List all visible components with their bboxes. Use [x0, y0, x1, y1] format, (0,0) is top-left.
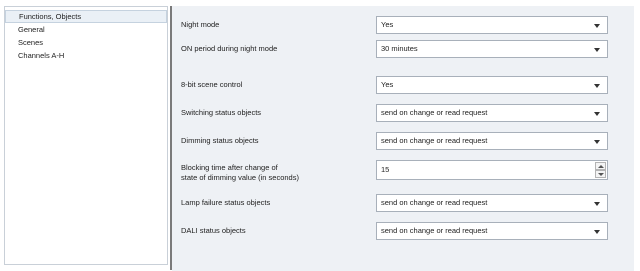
dali-status-select[interactable]: send on change or read request — [376, 222, 608, 240]
blocking-time-label-line2: state of dimming value (in seconds) — [181, 173, 299, 182]
dropdown-arrow-icon — [594, 24, 600, 28]
dropdown-arrow-icon — [594, 84, 600, 88]
scene-control-select[interactable]: Yes — [376, 76, 608, 94]
parameter-panel: Night mode Yes ON period during night mo… — [172, 6, 634, 271]
dimming-status-value: send on change or read request — [381, 136, 488, 145]
spin-down-icon[interactable] — [595, 170, 606, 178]
on-period-label: ON period during night mode — [181, 44, 278, 53]
blocking-time-label: Blocking time after change of state of d… — [181, 163, 299, 183]
sidebar-item-general[interactable]: General — [5, 23, 167, 36]
dropdown-arrow-icon — [594, 230, 600, 234]
dimming-status-label: Dimming status objects — [181, 136, 259, 145]
switching-status-label: Switching status objects — [181, 108, 262, 117]
dropdown-arrow-icon — [594, 140, 600, 144]
dali-status-label: DALI status objects — [181, 226, 246, 235]
blocking-time-value: 15 — [381, 165, 390, 174]
lamp-failure-select[interactable]: send on change or read request — [376, 194, 608, 212]
blocking-time-label-line1: Blocking time after change of — [181, 163, 278, 172]
lamp-failure-label: Lamp failure status objects — [181, 198, 271, 207]
switching-status-select[interactable]: send on change or read request — [376, 104, 608, 122]
dropdown-arrow-icon — [594, 202, 600, 206]
dimming-status-select[interactable]: send on change or read request — [376, 132, 608, 150]
night-mode-select[interactable]: Yes — [376, 16, 608, 34]
dropdown-arrow-icon — [594, 112, 600, 116]
dropdown-arrow-icon — [594, 48, 600, 52]
lamp-failure-value: send on change or read request — [381, 198, 488, 207]
spin-up-icon[interactable] — [595, 162, 606, 170]
dali-status-value: send on change or read request — [381, 226, 488, 235]
night-mode-value: Yes — [381, 20, 394, 29]
night-mode-label: Night mode — [181, 20, 220, 29]
sidebar-item-scenes[interactable]: Scenes — [5, 36, 167, 49]
on-period-select[interactable]: 30 minutes — [376, 40, 608, 58]
sidebar-item-channels-a-h[interactable]: Channels A-H — [5, 49, 167, 62]
on-period-value: 30 minutes — [381, 44, 418, 53]
scene-control-value: Yes — [381, 80, 394, 89]
scene-control-label: 8-bit scene control — [181, 80, 243, 89]
sidebar-tree: Functions, Objects General Scenes Channe… — [4, 6, 168, 265]
blocking-time-input[interactable]: 15 — [376, 160, 608, 180]
sidebar-item-functions-objects[interactable]: Functions, Objects — [5, 10, 167, 23]
switching-status-value: send on change or read request — [381, 108, 488, 117]
